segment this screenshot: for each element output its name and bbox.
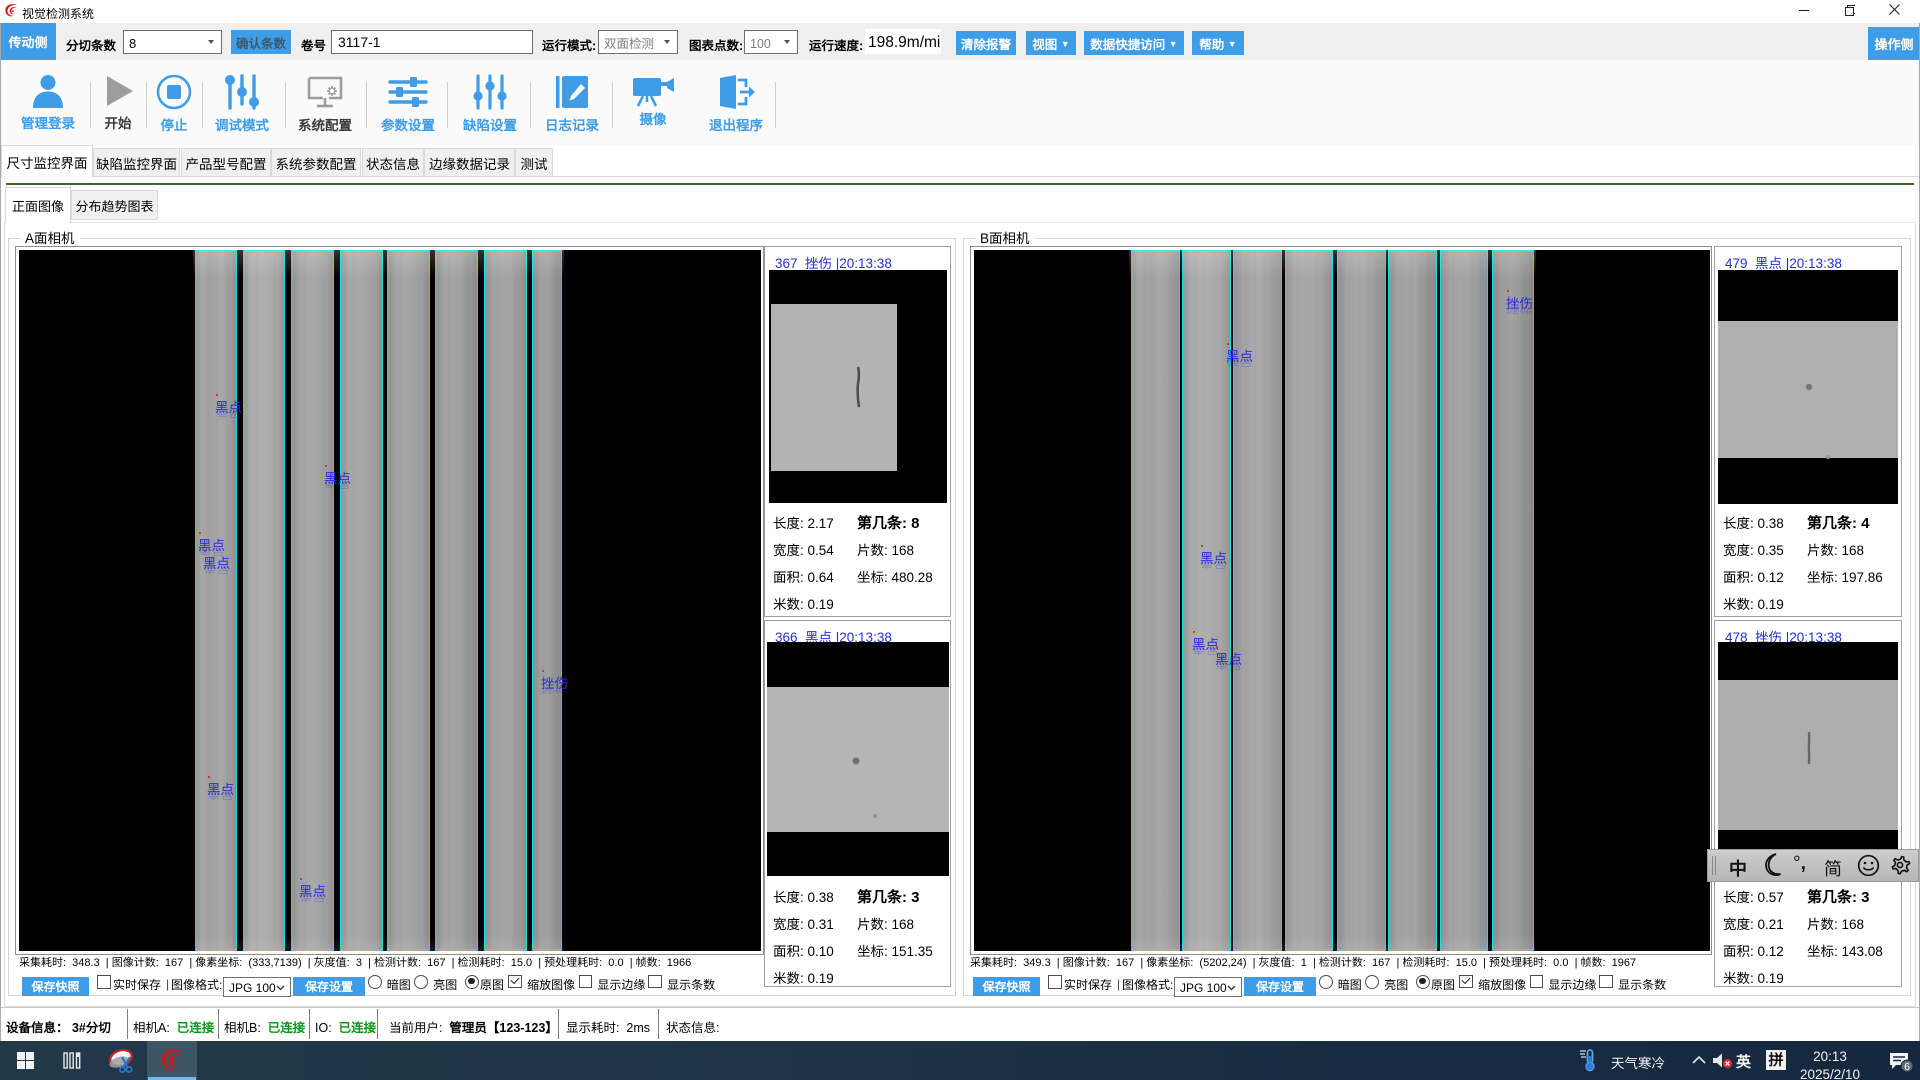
- svg-text:6: 6: [1904, 1061, 1910, 1073]
